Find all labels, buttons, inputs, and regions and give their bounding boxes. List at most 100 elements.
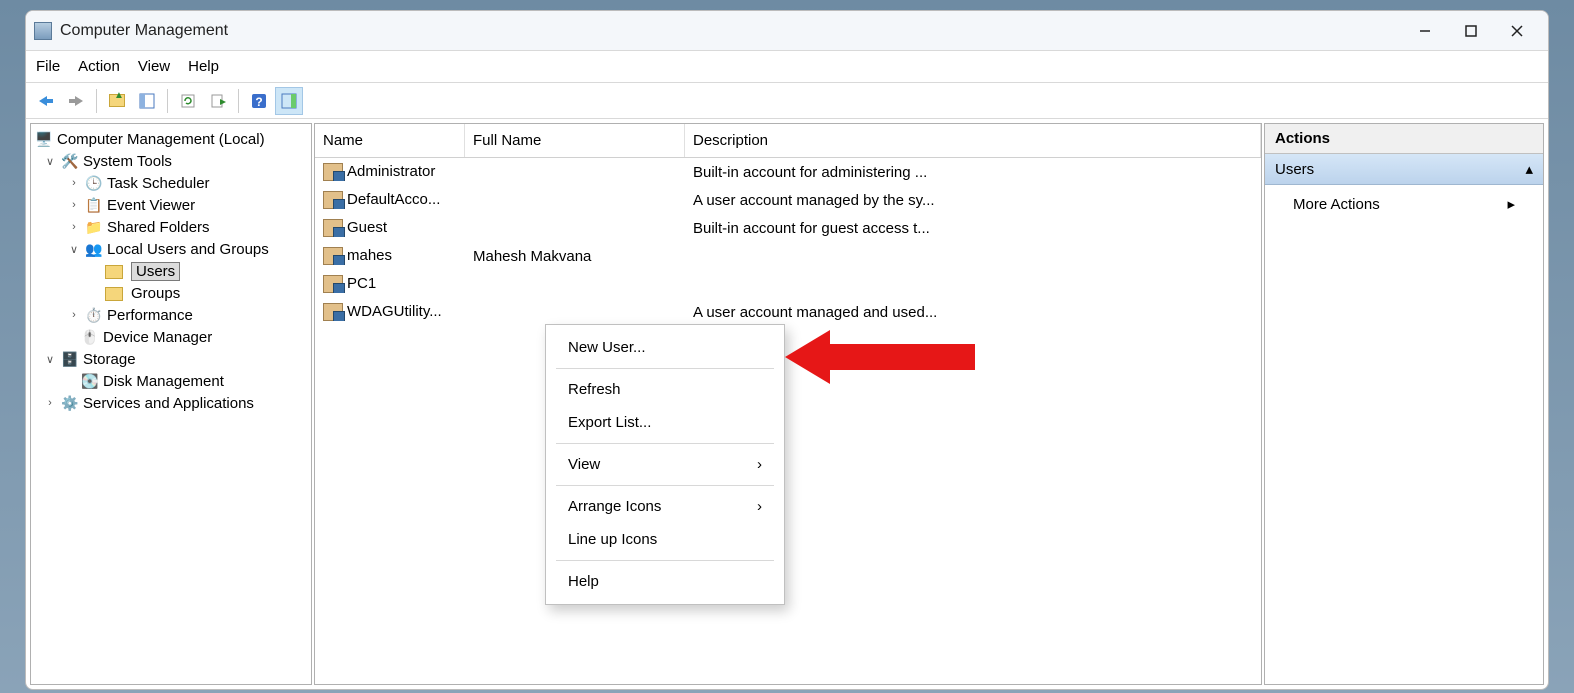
col-name[interactable]: Name [315,124,465,157]
submenu-arrow-icon: › [757,456,762,473]
up-folder-button[interactable]: ▲ [103,87,131,115]
svg-text:?: ? [255,95,262,109]
user-row[interactable]: Guest Built-in account for guest access … [315,214,1261,242]
expand-icon[interactable]: › [67,177,81,189]
folder-icon [105,287,123,301]
ctx-label: Refresh [568,381,621,398]
ctx-arrange-icons[interactable]: Arrange Icons› [546,490,784,523]
cell-desc: A user account managed and used... [685,304,1261,321]
main-pane[interactable]: Name Full Name Description Administrator… [314,123,1262,685]
tree-task-scheduler[interactable]: › 🕒 Task Scheduler [33,172,309,194]
tree-label: Services and Applications [83,395,254,412]
forward-button[interactable] [62,87,90,115]
tree-device-manager[interactable]: 🖱️ Device Manager [33,326,309,348]
folder-icon [105,265,123,279]
ctx-help[interactable]: Help [546,565,784,598]
tree-local-users-groups[interactable]: ∨ 👥 Local Users and Groups [33,238,309,260]
ctx-refresh[interactable]: Refresh [546,373,784,406]
refresh-button[interactable] [174,87,202,115]
cell-desc: Built-in account for guest access t... [685,220,1261,237]
tools-icon: 🛠️ [61,152,79,170]
actions-users-section[interactable]: Users ▴ [1265,154,1543,185]
cell-desc: Built-in account for administering ... [685,164,1261,181]
tree-label: Task Scheduler [107,175,210,192]
collapse-icon[interactable]: ∨ [67,243,81,256]
cell-desc: A user account managed by the sy... [685,192,1261,209]
separator [556,560,774,561]
context-menu: New User... Refresh Export List... View›… [545,324,785,605]
separator [556,368,774,369]
tree-root[interactable]: 🖥️ Computer Management (Local) [33,128,309,150]
tree-label: Storage [83,351,136,368]
user-row[interactable]: Administrator Built-in account for admin… [315,158,1261,186]
expand-icon[interactable]: › [43,397,57,409]
menu-action[interactable]: Action [78,58,120,75]
back-button[interactable] [32,87,60,115]
expand-icon[interactable]: › [67,199,81,211]
user-row[interactable]: DefaultAcco... A user account managed by… [315,186,1261,214]
ctx-line-up-icons[interactable]: Line up Icons [546,523,784,556]
tree-groups[interactable]: Groups [33,283,309,304]
collapse-icon[interactable]: ∨ [43,353,57,366]
user-row[interactable]: mahes Mahesh Makvana [315,242,1261,270]
ctx-label: Export List... [568,414,651,431]
user-row[interactable]: WDAGUtility... A user account managed an… [315,298,1261,326]
menu-view[interactable]: View [138,58,170,75]
users-groups-icon: 👥 [85,240,103,258]
user-icon [323,219,343,237]
tree-label: Computer Management (Local) [57,131,265,148]
tree-label: Performance [107,307,193,324]
user-icon [323,303,343,321]
window: Computer Management File Action View Hel… [25,10,1549,690]
user-row[interactable]: PC1 [315,270,1261,298]
menu-file[interactable]: File [36,58,60,75]
column-headers: Name Full Name Description [315,124,1261,158]
tree-label: Shared Folders [107,219,210,236]
cell-name: PC1 [347,275,376,292]
shared-folders-icon: 📁 [85,218,103,236]
tree-users[interactable]: Users [33,260,309,283]
export-list-button[interactable] [204,87,232,115]
actions-more-label: More Actions [1293,196,1380,213]
tree-label: Disk Management [103,373,224,390]
col-description[interactable]: Description [685,124,1261,157]
services-icon: ⚙️ [61,394,79,412]
ctx-view[interactable]: View› [546,448,784,481]
tree-storage[interactable]: ∨ 🗄️ Storage [33,348,309,370]
ctx-label: New User... [568,339,646,356]
separator [556,443,774,444]
expand-icon[interactable]: › [67,309,81,321]
tree-system-tools[interactable]: ∨ 🛠️ System Tools [33,150,309,172]
tree-event-viewer[interactable]: › 📋 Event Viewer [33,194,309,216]
ctx-label: Help [568,573,599,590]
tree-services-apps[interactable]: › ⚙️ Services and Applications [33,392,309,414]
disk-icon: 💽 [81,372,99,390]
ctx-new-user[interactable]: New User... [546,331,784,364]
titlebar: Computer Management [26,11,1548,51]
close-button[interactable] [1494,15,1540,47]
ctx-label: Arrange Icons [568,498,661,515]
tree-performance[interactable]: › ⏱️ Performance [33,304,309,326]
ctx-export-list[interactable]: Export List... [546,406,784,439]
cell-name: mahes [347,247,392,264]
menu-help[interactable]: Help [188,58,219,75]
actions-more-actions[interactable]: More Actions ▸ [1265,185,1543,223]
cell-name: DefaultAcco... [347,191,440,208]
collapse-icon[interactable]: ∨ [43,155,57,168]
show-hide-tree-button[interactable] [133,87,161,115]
clock-icon: 🕒 [85,174,103,192]
tree-disk-management[interactable]: 💽 Disk Management [33,370,309,392]
tree-label: Device Manager [103,329,212,346]
tree-shared-folders[interactable]: › 📁 Shared Folders [33,216,309,238]
col-fullname[interactable]: Full Name [465,124,685,157]
help-button[interactable]: ? [245,87,273,115]
computer-management-icon: 🖥️ [35,130,53,148]
expand-icon[interactable]: › [67,221,81,233]
minimize-button[interactable] [1402,15,1448,47]
maximize-button[interactable] [1448,15,1494,47]
submenu-arrow-icon: ▸ [1507,195,1515,213]
show-hide-action-pane-button[interactable] [275,87,303,115]
tree-pane[interactable]: 🖥️ Computer Management (Local) ∨ 🛠️ Syst… [30,123,312,685]
tree-label-selected: Users [131,262,180,281]
actions-header: Actions [1265,124,1543,154]
